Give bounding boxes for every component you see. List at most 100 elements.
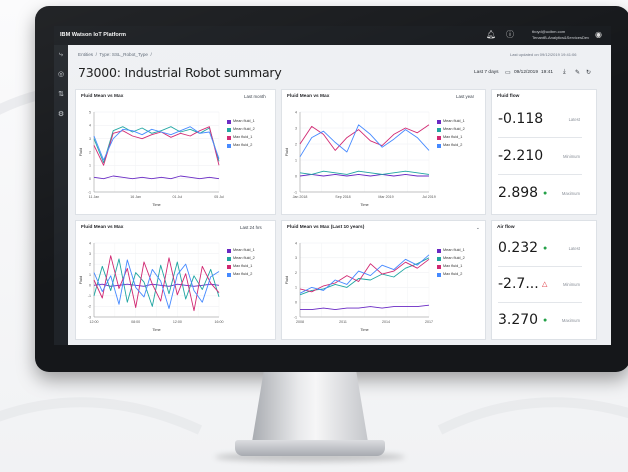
legend-item[interactable]: Max fluid_1 [437, 264, 465, 272]
kpi-card-air-flow: Air flow 0.232 ● Latest -2.7... △ Minimu… [491, 220, 597, 340]
legend-swatch [227, 265, 231, 269]
app-header: IBM Watson IoT Platform 🔔︎ ⓘ tboyd@ucibm… [54, 26, 611, 45]
kpi-minimum: -2.7... △ Minimum [498, 267, 582, 303]
x-tick-label: Jan 2018 [293, 195, 308, 199]
kpi-label: Minimum [563, 282, 580, 287]
kpi-label: Latest [568, 246, 580, 251]
kpi-label: Minimum [563, 154, 580, 159]
kpi-value: 0.232 [498, 240, 539, 256]
legend-item[interactable]: Mean fluid_2 [227, 256, 255, 264]
x-tick-label: 2014 [382, 320, 390, 324]
kpi-card-title: Air flow [497, 225, 515, 230]
kpi-label: Maximum [561, 191, 580, 196]
chart-legend: Mean fluid_1 Mean fluid_2 Max fluid_1 Ma… [227, 119, 255, 151]
legend-swatch [437, 265, 441, 269]
kpi-label: Maximum [561, 318, 580, 323]
y-tick-label: 4 [295, 110, 297, 114]
calendar-icon[interactable]: ▭ [505, 69, 511, 76]
legend-swatch [437, 136, 441, 140]
legend-swatch [437, 249, 441, 253]
kpi-maximum: 3.270 ● Maximum [498, 303, 582, 339]
monitor-base [235, 440, 385, 456]
help-icon[interactable]: ⓘ [506, 30, 514, 40]
legend-item[interactable]: Mean fluid_1 [227, 248, 255, 256]
breadcrumb-type[interactable]: Type: SSL_Robot_Type [99, 52, 148, 57]
y-tick-label: 0 [295, 301, 297, 305]
kpi-label: Latest [568, 117, 580, 122]
legend-item[interactable]: Max fluid_2 [227, 143, 255, 151]
y-tick-label: 4 [295, 241, 297, 245]
nav-dashboard-icon[interactable]: ◎ [57, 71, 65, 79]
y-axis-label: Fluid [285, 276, 289, 284]
x-tick-label: Jul 2019 [422, 195, 436, 199]
x-axis-label: Time [360, 328, 368, 332]
chart-legend: Mean fluid_1 Mean fluid_2 Max fluid_1 Ma… [437, 119, 465, 151]
legend-item[interactable]: Mean fluid_1 [227, 119, 255, 127]
y-tick-label: -1 [88, 294, 91, 298]
y-tick-label: 1 [295, 286, 297, 290]
legend-item[interactable]: Max fluid_1 [437, 135, 465, 143]
y-axis-label: Fluid [79, 148, 83, 156]
bell-icon[interactable]: 🔔︎ [486, 30, 496, 40]
user-avatar-icon[interactable]: ◉ [595, 30, 602, 40]
chart-legend: Mean fluid_1 Mean fluid_2 Max fluid_1 Ma… [227, 248, 255, 280]
legend-item[interactable]: Max fluid_1 [227, 264, 255, 272]
kpi-maximum: 2.898 ● Maximum [498, 176, 582, 212]
legend-item[interactable]: Mean fluid_2 [437, 127, 465, 135]
legend-swatch [227, 273, 231, 277]
nav-devices-icon[interactable]: ⤷ [57, 51, 65, 59]
y-tick-label: 3 [89, 252, 91, 256]
time-field[interactable]: 19:41 [541, 70, 553, 75]
y-tick-label: 0 [295, 174, 297, 178]
chart-card-2: Fluid Mean vs Max Last year -1 0 1 2 3 4 Jan 2… [281, 89, 486, 215]
y-tick-label: 3 [295, 256, 297, 260]
y-tick-label: -1 [294, 190, 297, 194]
y-axis-label: Fluid [285, 148, 289, 156]
page-title: 73000: Industrial Robot summary [78, 65, 282, 80]
y-tick-label: 3 [89, 137, 91, 141]
range-preset[interactable]: Last 7 days [474, 70, 499, 75]
breadcrumb: Entities / Type: SSL_Robot_Type / [78, 52, 152, 57]
kpi-minimum: -2.210 Minimum [498, 139, 582, 175]
y-tick-label: -3 [88, 315, 91, 319]
y-tick-label: 2 [89, 150, 91, 154]
legend-item[interactable]: Max fluid_2 [227, 272, 255, 280]
legend-swatch [437, 257, 441, 261]
nav-settings-icon[interactable]: ⚙︎ [57, 111, 65, 119]
x-tick-label: 2008 [296, 320, 304, 324]
y-tick-label: 4 [89, 241, 91, 245]
download-icon[interactable]: ⤓ [563, 69, 566, 76]
legend-item[interactable]: Mean fluid_1 [437, 119, 465, 127]
x-axis-label: Time [152, 328, 160, 332]
x-tick-label: 08:00 [131, 320, 140, 324]
legend-item[interactable]: Max fluid_1 [227, 135, 255, 143]
legend-swatch [437, 120, 441, 124]
legend-item[interactable]: Max fluid_2 [437, 272, 465, 280]
date-field[interactable]: 09/12/2019 [514, 70, 538, 75]
x-tick-label: 11 Jan [89, 195, 100, 199]
kpi-latest: -0.118 Latest [498, 102, 582, 138]
trend-up-icon: ● [543, 317, 548, 324]
user-info[interactable]: tboyd@ucibm.com TenantB-Analytics&Servic… [532, 29, 589, 40]
y-tick-label: -1 [88, 190, 91, 194]
y-tick-label: 1 [89, 273, 91, 277]
refresh-icon[interactable]: ↻ [586, 69, 591, 76]
legend-item[interactable]: Mean fluid_2 [437, 256, 465, 264]
x-axis-label: Time [152, 203, 160, 207]
legend-item[interactable]: Mean fluid_1 [437, 248, 465, 256]
legend-swatch [437, 273, 441, 277]
x-axis-label: Time [360, 203, 368, 207]
legend-swatch [227, 136, 231, 140]
y-tick-label: 3 [295, 126, 297, 130]
y-tick-label: 1 [89, 164, 91, 168]
nav-rules-icon[interactable]: ⇅ [57, 91, 65, 99]
legend-item[interactable]: Mean fluid_2 [227, 127, 255, 135]
legend-item[interactable]: Max fluid_2 [437, 143, 465, 151]
edit-icon[interactable]: ✎ [575, 69, 580, 76]
legend-swatch [227, 257, 231, 261]
kpi-value: -2.7... [498, 276, 539, 292]
breadcrumb-entities[interactable]: Entities [78, 52, 93, 57]
kpi-value: -0.118 [498, 111, 544, 127]
line-chart: -3 -2 -1 0 1 2 3 4 12:00 08:00 12:00 16:00 Time Fluid [79, 241, 224, 332]
x-tick-label: 16 Jan [130, 195, 141, 199]
